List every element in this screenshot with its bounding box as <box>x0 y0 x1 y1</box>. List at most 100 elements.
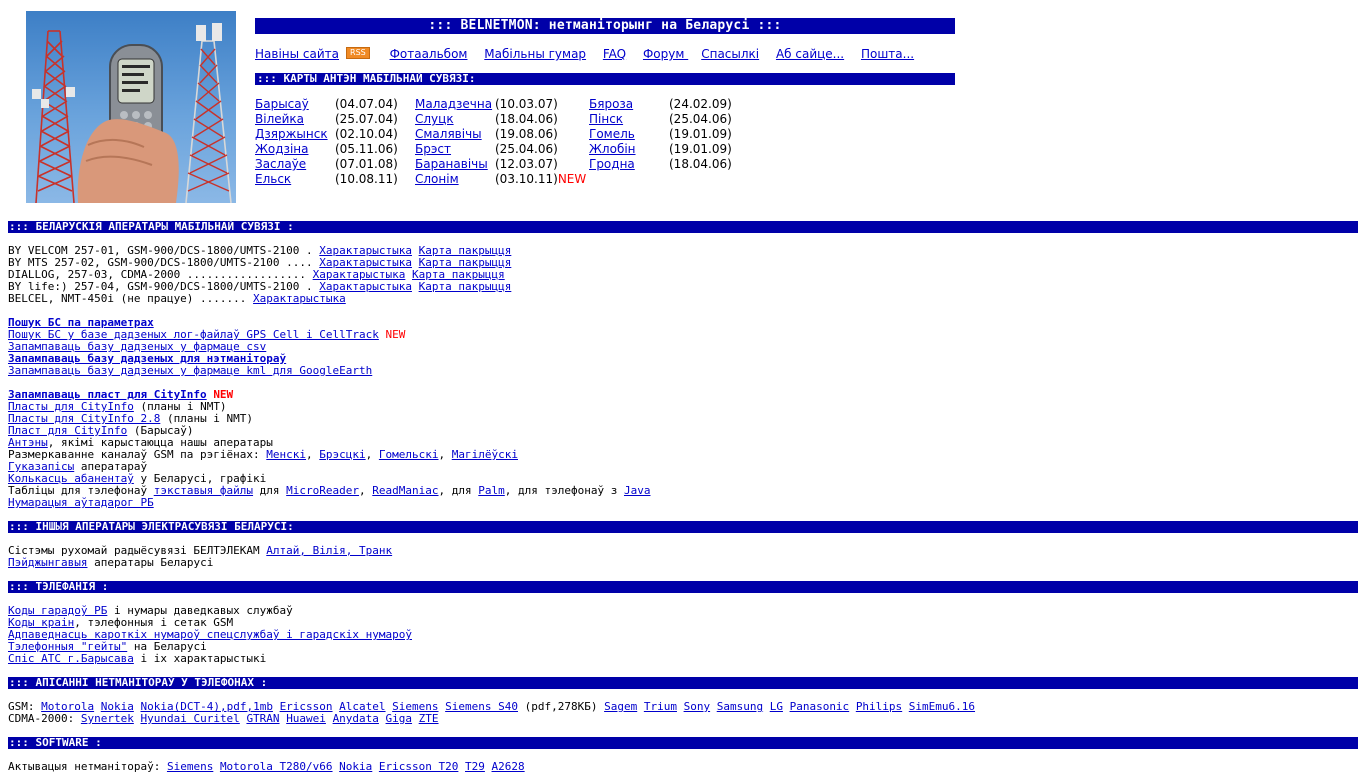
city-maps-list: Барысаў Вілейка Дзяржынск Жодзіна Заслаўе Ель… <box>255 97 955 187</box>
nav-forum[interactable]: Форум <box>643 47 688 61</box>
city-map-link[interactable]: Пінск <box>589 112 623 126</box>
nav-faq[interactable]: FAQ <box>603 47 626 61</box>
netmon-section-bar: ::: АПІСАННІ НЕТМАНІТОРАЎ У ТЭЛЕФОНАХ : <box>8 677 1358 689</box>
link-anydata[interactable]: Anydata <box>333 712 379 725</box>
java-link[interactable]: Java <box>624 484 651 497</box>
database-links: Пошук БС па параметрах Пошук БС у базе д… <box>8 317 1348 377</box>
city-map-date: (10.08.11) <box>335 172 398 186</box>
beltelecom-link[interactable]: Алтай, Вілія, Транк <box>266 544 392 557</box>
link-giga[interactable]: Giga <box>386 712 413 725</box>
nav-photoalbum[interactable]: Фотаальбом <box>390 47 468 61</box>
channels-gomel-link[interactable]: Гомельскі <box>379 448 439 461</box>
new-badge: NEW <box>557 172 587 186</box>
kml-download-link[interactable]: Запампаваць базу дадзеных у фармаце kml … <box>8 364 372 377</box>
city-map-date: (12.03.07) <box>495 157 558 171</box>
nav-humor[interactable]: Мабільны гумар <box>484 47 586 61</box>
city-map-link[interactable]: Бяроза <box>589 97 633 111</box>
link-zte[interactable]: ZTE <box>419 712 439 725</box>
operator-info-link[interactable]: Характарыстыка <box>253 292 346 305</box>
roads-numbering-link[interactable]: Нумарацыя аўтадарог РБ <box>8 496 154 509</box>
city-map-link[interactable]: Ельск <box>255 172 291 186</box>
city-map-date: (10.03.07) <box>495 97 558 111</box>
link-samsung[interactable]: Samsung <box>717 700 763 713</box>
city-map-date: (05.11.06) <box>335 142 398 156</box>
city-map-link[interactable]: Смалявічы <box>415 127 482 141</box>
city-map-date: (19.01.09) <box>669 127 732 141</box>
netmon-list: GSM: Motorola Nokia Nokia(DCT-4),pdf,1mb… <box>8 701 1348 725</box>
readmaniac-link[interactable]: ReadManiac <box>372 484 438 497</box>
maps-section-bar: ::: КАРТЫ АНТЭН МАБІЛЬНАЙ СУВЯЗІ: <box>255 73 955 85</box>
main-nav: Навіны сайта RSS Фотаальбом Мабільны гума… <box>255 47 955 63</box>
software-row: Актывацыя нетманітораў: Siemens Motorola… <box>8 760 525 773</box>
new-badge: NEW <box>385 328 406 341</box>
city-map-link[interactable]: Барысаў <box>255 97 309 111</box>
city-map-link[interactable]: Жлобін <box>589 142 636 156</box>
telephony-list: Коды гарадоў РБ і нумары даведкавых служ… <box>8 605 1348 665</box>
city-map-date: (25.04.06) <box>495 142 558 156</box>
link-simemu6-16[interactable]: SimEmu6.16 <box>909 700 975 713</box>
city-map-link[interactable]: Заслаўе <box>255 157 306 171</box>
microreader-link[interactable]: MicroReader <box>286 484 359 497</box>
city-map-date: (03.10.11)NEW <box>495 172 587 186</box>
cdma-row: CDMA-2000: Synertek Hyundai Curitel GTRA… <box>8 712 439 725</box>
link-philips[interactable]: Philips <box>856 700 902 713</box>
palm-link[interactable]: Palm <box>478 484 505 497</box>
channels-brest-link[interactable]: Брэсцкі <box>319 448 365 461</box>
software-list: Актывацыя нетманітораў: Siemens Motorola… <box>8 761 1348 773</box>
link-ericsson-t20[interactable]: Ericsson T20 <box>379 760 458 773</box>
top-area: ::: BELNETMON: нетманіторынг на Беларусі… <box>255 18 955 187</box>
city-map-date: (04.07.04) <box>335 97 398 111</box>
rss-icon[interactable]: RSS <box>346 47 370 59</box>
channels-mogilev-link[interactable]: Магілёўскі <box>452 448 518 461</box>
city-map-link[interactable]: Слуцк <box>415 112 454 126</box>
phone-in-hand-photo <box>32 23 232 203</box>
city-map-date: (24.02.09) <box>669 97 732 111</box>
ats-list-link[interactable]: Спіс АТС г.Барысава <box>8 652 134 665</box>
link-nokia[interactable]: Nokia <box>339 760 372 773</box>
link-sony[interactable]: Sony <box>684 700 711 713</box>
link-synertek[interactable]: Synertek <box>81 712 134 725</box>
city-map-link[interactable]: Вілейка <box>255 112 304 126</box>
nav-news[interactable]: Навіны сайта <box>255 47 339 61</box>
city-map-link[interactable]: Жодзіна <box>255 142 308 156</box>
city-map-link[interactable]: Дзяржынск <box>255 127 328 141</box>
link-siemens[interactable]: Siemens <box>167 760 213 773</box>
nav-mail[interactable]: Пошта... <box>861 47 914 61</box>
paging-link[interactable]: Пэйджынгавыя <box>8 556 87 569</box>
link-a2628[interactable]: A2628 <box>492 760 525 773</box>
link-sagem[interactable]: Sagem <box>604 700 637 713</box>
link-motorola-t280-v66[interactable]: Motorola T280/v66 <box>220 760 333 773</box>
city-map-date: (19.08.06) <box>495 127 558 141</box>
nav-about[interactable]: Аб сайце... <box>776 47 844 61</box>
link-t29[interactable]: T29 <box>465 760 485 773</box>
other-operators-list: Сістэмы рухомай радыёсувязі БЕЛТЭЛЕКАМ А… <box>8 544 393 569</box>
operator-coverage-link[interactable]: Карта пакрыцця <box>419 280 512 293</box>
text-files-link[interactable]: тэкставыя файлы <box>154 484 253 497</box>
software-section-bar: ::: SOFTWARE : <box>8 737 1358 749</box>
link-lg[interactable]: LG <box>770 700 783 713</box>
city-map-date: (18.04.06) <box>669 157 732 171</box>
city-map-link[interactable]: Слонім <box>415 172 459 186</box>
city-map-date: (02.10.04) <box>335 127 398 141</box>
city-map-date: (25.07.04) <box>335 112 398 126</box>
nav-links[interactable]: Спасылкі <box>701 47 759 61</box>
link-huawei[interactable]: Huawei <box>286 712 326 725</box>
link-siemens-s40[interactable]: Siemens S40 <box>445 700 518 713</box>
link-panasonic[interactable]: Panasonic <box>790 700 850 713</box>
link-gtran[interactable]: GTRAN <box>246 712 279 725</box>
city-map-link[interactable]: Баранавічы <box>415 157 488 171</box>
header-photo <box>26 11 236 203</box>
channels-minsk-link[interactable]: Менскі <box>266 448 306 461</box>
telephony-section-bar: ::: ТЭЛЕФАНІЯ : <box>8 581 1358 593</box>
city-map-date: (07.01.08) <box>335 157 398 171</box>
city-map-link[interactable]: Брэст <box>415 142 451 156</box>
city-map-date: (25.04.06) <box>669 112 732 126</box>
city-map-date: (19.01.09) <box>669 142 732 156</box>
link-trium[interactable]: Trium <box>644 700 677 713</box>
city-map-link[interactable]: Гродна <box>589 157 635 171</box>
city-map-link[interactable]: Гомель <box>589 127 635 141</box>
link-hyundai-curitel[interactable]: Hyundai Curitel <box>140 712 239 725</box>
city-map-link[interactable]: Маладзечна <box>415 97 492 111</box>
operators-list: BY VELCOM 257-01, GSM-900/DCS-1800/UMTS-… <box>8 245 1348 305</box>
site-title-bar: ::: BELNETMON: нетманіторынг на Беларусі… <box>255 18 955 34</box>
